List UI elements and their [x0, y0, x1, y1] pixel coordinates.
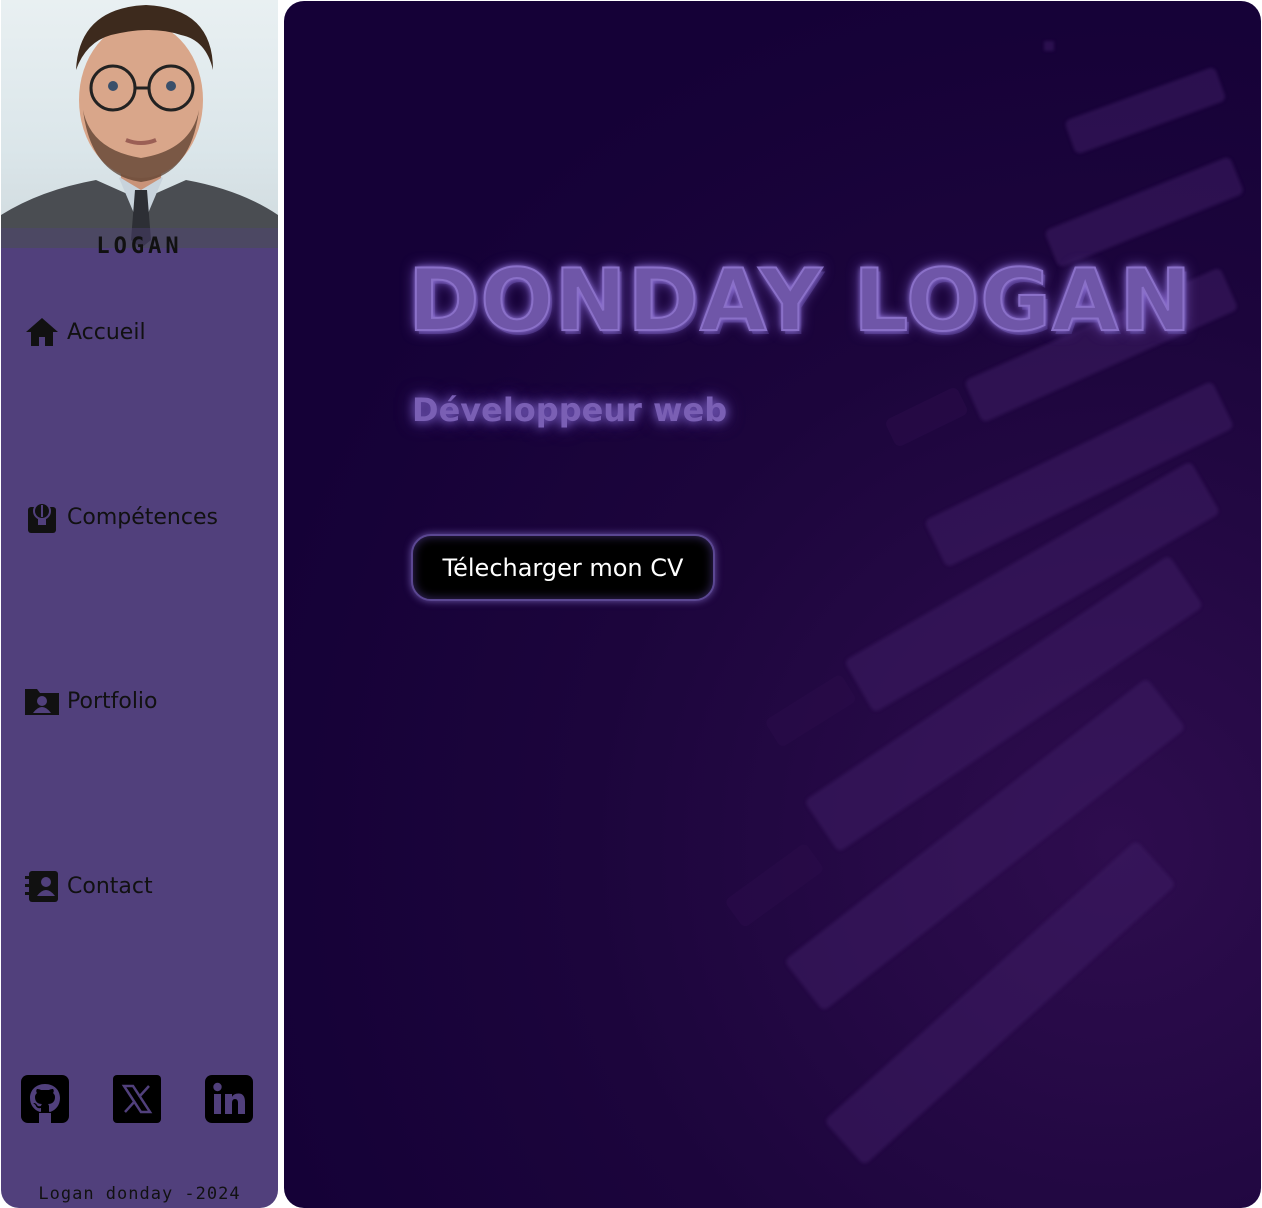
download-cv-button[interactable]: Télecharger mon CV — [411, 534, 715, 601]
github-link[interactable] — [21, 1075, 69, 1123]
home-icon — [23, 313, 61, 351]
avatar-portrait-image — [1, 5, 278, 248]
sidebar-item-label: Accueil — [67, 319, 146, 345]
code-background-image — [726, 41, 1243, 1164]
sidebar-item-competences[interactable]: Compétences — [23, 498, 218, 536]
sidebar-item-label: Compétences — [67, 504, 218, 530]
linkedin-icon — [205, 1075, 253, 1123]
hero-title: DONDAY LOGAN — [407, 250, 1193, 352]
contact-icon — [23, 867, 61, 905]
sidebar-item-label: Portfolio — [67, 688, 158, 714]
x-icon — [113, 1075, 161, 1123]
sidebar-item-accueil[interactable]: Accueil — [23, 313, 146, 351]
hero-subtitle: Développeur web — [412, 391, 728, 429]
sidebar-item-portfolio[interactable]: Portfolio — [23, 682, 158, 720]
brand-name: LOGAN — [96, 234, 183, 259]
linkedin-link[interactable] — [205, 1075, 253, 1123]
sidebar-item-contact[interactable]: Contact — [23, 867, 153, 905]
portfolio-icon — [23, 682, 61, 720]
x-link[interactable] — [113, 1075, 161, 1123]
sidebar: LOGAN Accueil Compétences Portfolio Cont… — [1, 0, 278, 1208]
skills-icon — [23, 498, 61, 536]
sidebar-item-label: Contact — [67, 873, 153, 899]
github-icon — [21, 1075, 69, 1123]
social-links — [21, 1075, 261, 1125]
avatar — [1, 0, 278, 248]
footer-copyright: Logan donday -2024 — [38, 1184, 241, 1204]
hero-section: DONDAY LOGAN Développeur web Télecharger… — [284, 1, 1261, 1208]
